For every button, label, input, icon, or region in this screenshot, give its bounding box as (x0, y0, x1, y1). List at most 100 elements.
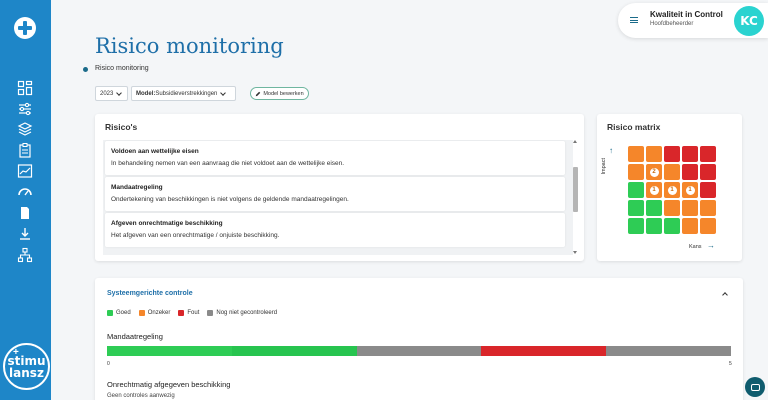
clipboard-icon[interactable] (17, 142, 33, 158)
risks-card: Risico's Voldoen aan wettelijke eisen In… (95, 114, 584, 261)
matrix-cell[interactable] (646, 200, 662, 216)
legend-label: Nog niet gecontroleerd (216, 310, 278, 316)
user-name: Kwaliteit in Control (650, 10, 723, 19)
matrix-cell[interactable] (700, 182, 716, 198)
matrix-count-badge: 1 (685, 185, 695, 195)
matrix-title: Risico matrix (607, 122, 661, 132)
sliders-icon[interactable] (17, 101, 33, 117)
matrix-cell[interactable] (646, 146, 662, 162)
risk-item-title: Afgeven onrechtmatige beschikking (111, 220, 223, 227)
status-bar-segment[interactable] (606, 346, 731, 356)
legend-label: Fout (187, 310, 200, 316)
document-icon[interactable] (17, 205, 33, 221)
scroll-up-icon[interactable] (573, 140, 577, 143)
menu-icon[interactable] (630, 17, 638, 23)
status-bar-segment[interactable] (231, 346, 357, 356)
gauge-icon[interactable] (17, 184, 33, 200)
model-select-value: Subsidieverstrekkingen (155, 90, 218, 97)
matrix-cell[interactable]: 1 (664, 182, 680, 198)
matrix-cell[interactable]: 1 (682, 182, 698, 198)
bar-max-label: 5 (729, 361, 732, 367)
matrix-cell[interactable] (664, 200, 680, 216)
bar-min-label: 0 (107, 361, 110, 367)
system-control-title[interactable]: Systeemgerichte controle (107, 290, 193, 297)
scroll-thumb[interactable] (573, 167, 578, 212)
legend-swatch (207, 310, 214, 316)
risk-item[interactable]: Voldoen aan wettelijke eisen In behandel… (105, 141, 565, 175)
status-bar-segment[interactable] (107, 346, 232, 356)
chat-button[interactable] (745, 377, 765, 397)
matrix-cell[interactable] (628, 182, 644, 198)
legend-swatch (178, 310, 185, 316)
matrix-cell[interactable] (628, 164, 644, 180)
matrix-cell[interactable] (664, 146, 680, 162)
matrix-cell[interactable]: 2 (646, 164, 662, 180)
scrollbar[interactable] (573, 140, 578, 255)
risk-item-desc: Ondertekening van beschikkingen is niet … (111, 196, 349, 203)
matrix-count-badge: 1 (667, 185, 677, 195)
matrix-cell[interactable] (646, 218, 662, 234)
matrix-count-badge: 2 (649, 167, 659, 177)
risk-item[interactable]: Afgeven onrechtmatige beschikking Het af… (105, 213, 565, 247)
risks-list: Voldoen aan wettelijke eisen In behandel… (103, 140, 573, 255)
legend-item: Nog niet gecontroleerd (207, 310, 277, 316)
arrow-right-icon: → (707, 241, 715, 250)
risk-item-desc: Het afgeven van een onrechtmatige / onju… (111, 232, 280, 239)
edit-model-button[interactable]: Model bewerken (250, 87, 309, 100)
section2-desc: Geen controles aanwezig (107, 393, 175, 399)
matrix-cell[interactable] (628, 146, 644, 162)
app-logo-icon[interactable] (14, 17, 36, 39)
arrow-up-icon: ↑ (609, 146, 613, 155)
pencil-icon (256, 91, 261, 96)
risk-item-title: Mandaatregeling (111, 184, 163, 191)
logo-plus-icon: + (13, 347, 19, 358)
legend-swatch (107, 310, 113, 316)
status-bar-segment[interactable] (356, 346, 482, 356)
risk-item[interactable]: Mandaatregeling Ondertekening van beschi… (105, 177, 565, 211)
matrix-count-badge: 1 (649, 185, 659, 195)
status-bar-segment[interactable] (481, 346, 607, 356)
download-icon[interactable] (17, 226, 33, 242)
model-select[interactable]: Model: Subsidieverstrekkingen (131, 86, 236, 101)
matrix-cell[interactable] (682, 146, 698, 162)
dashboard-icon[interactable] (17, 80, 33, 96)
legend-swatch (138, 310, 145, 316)
matrix-cell[interactable] (700, 146, 716, 162)
chat-icon (750, 383, 760, 391)
scroll-down-icon[interactable] (573, 251, 577, 254)
layers-icon[interactable] (17, 121, 33, 137)
breadcrumb[interactable]: Risico monitoring (95, 65, 149, 72)
risk-matrix: 2111 (628, 146, 716, 234)
matrix-cell[interactable] (700, 218, 716, 234)
matrix-cell[interactable] (628, 200, 644, 216)
year-select[interactable]: 2023 (95, 86, 128, 101)
risk-item-title: Voldoen aan wettelijke eisen (111, 148, 199, 155)
breadcrumb-dot-icon (83, 67, 88, 72)
org-chart-icon[interactable] (17, 247, 33, 263)
chevron-up-icon[interactable] (722, 292, 728, 298)
kans-label: Kans (689, 244, 702, 250)
legend-item: Goed (107, 310, 131, 316)
matrix-cell[interactable] (664, 164, 680, 180)
logo-text-bottom: lansz (9, 366, 44, 380)
legend-item: Fout (178, 310, 199, 316)
risk-item-desc: In behandeling nemen van een aanvraag di… (111, 160, 345, 167)
matrix-cell[interactable]: 1 (646, 182, 662, 198)
system-control-card: Systeemgerichte controle Goed Onzeker Fout… (95, 278, 743, 400)
chart-line-icon[interactable] (17, 163, 33, 179)
matrix-cell[interactable] (682, 164, 698, 180)
matrix-cell[interactable] (700, 200, 716, 216)
matrix-cell[interactable] (682, 218, 698, 234)
matrix-card: Risico matrix ↑ Impact 2111 Kans → (597, 114, 742, 261)
avatar[interactable]: KC (734, 6, 764, 36)
matrix-cell[interactable] (664, 218, 680, 234)
chevron-down-icon (116, 89, 123, 96)
chevron-down-icon (220, 89, 227, 96)
matrix-cell[interactable] (682, 200, 698, 216)
matrix-cell[interactable] (628, 218, 644, 234)
year-select-value: 2023 (100, 90, 114, 97)
user-role: Hoofdbeheerder (650, 21, 694, 27)
edit-model-label: Model bewerken (263, 90, 304, 97)
status-legend: Goed Onzeker Fout Nog niet gecontroleerd (107, 310, 277, 316)
matrix-cell[interactable] (700, 164, 716, 180)
